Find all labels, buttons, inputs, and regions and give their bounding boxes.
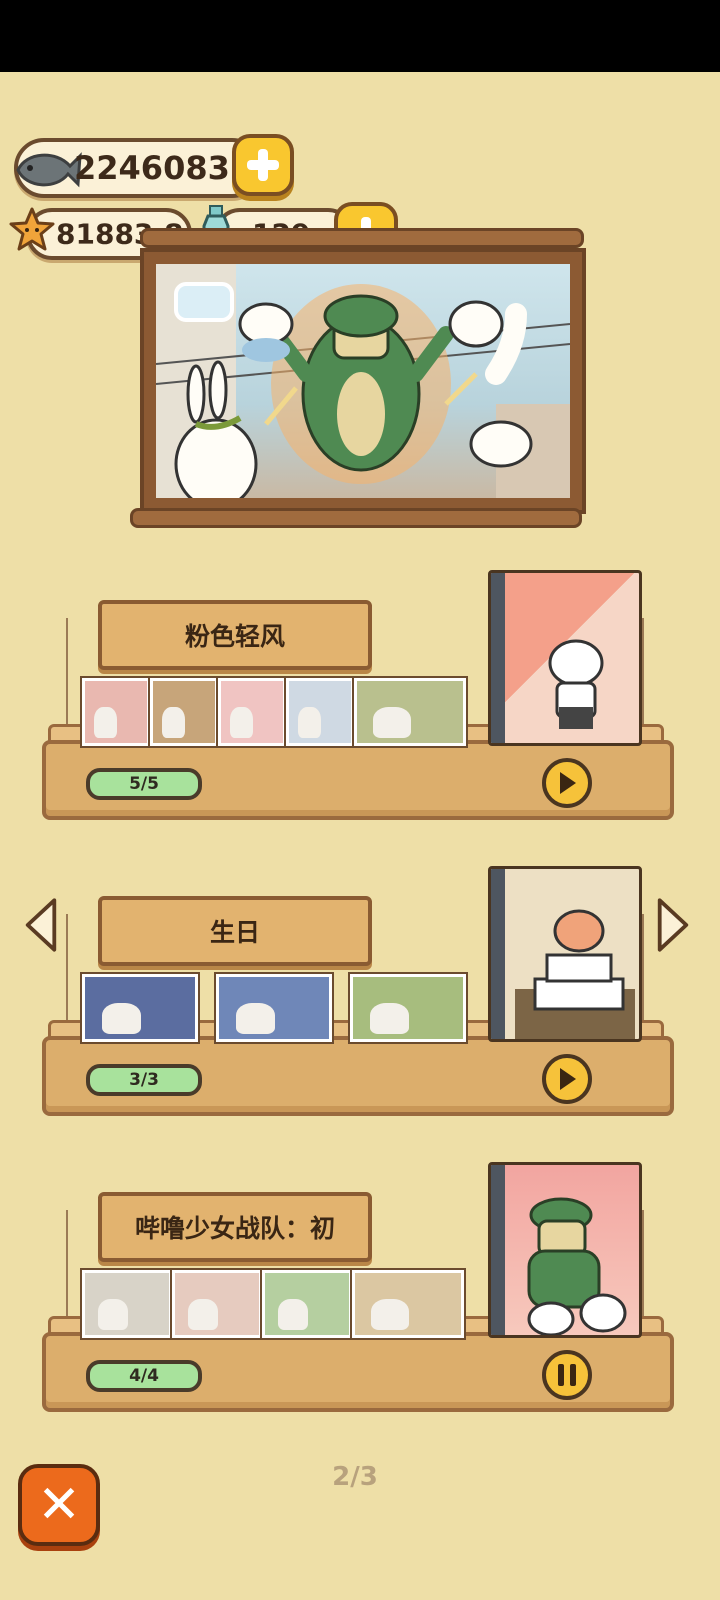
album-spine bbox=[491, 1165, 505, 1335]
tv-picture bbox=[140, 248, 586, 514]
album-cover[interactable] bbox=[488, 1162, 642, 1338]
play-icon bbox=[560, 1068, 576, 1090]
pause-button[interactable] bbox=[542, 1350, 592, 1400]
frog-cat-illustration bbox=[156, 264, 570, 498]
album-cover[interactable] bbox=[488, 866, 642, 1042]
album-shelf-2: 生日 3/3 bbox=[42, 866, 682, 1154]
album-thumbnail[interactable] bbox=[348, 972, 468, 1044]
album-thumbnail[interactable] bbox=[260, 1268, 354, 1340]
album-cover[interactable] bbox=[488, 570, 642, 746]
album-thumbnail[interactable] bbox=[170, 1268, 264, 1340]
pause-icon bbox=[558, 1364, 576, 1386]
close-button[interactable]: ✕ bbox=[18, 1464, 100, 1546]
fish-amount: 2246083 bbox=[74, 149, 230, 187]
album-progress: 5/5 bbox=[86, 768, 202, 800]
album-thumbnail[interactable] bbox=[284, 676, 356, 748]
album-progress: 4/4 bbox=[86, 1360, 202, 1392]
page-indicator: 2/3 bbox=[332, 1462, 378, 1492]
fish-icon bbox=[16, 152, 82, 188]
fish-currency: 2246083 bbox=[14, 138, 262, 198]
album-title: 生日 bbox=[98, 896, 372, 966]
play-icon bbox=[560, 772, 576, 794]
tv-screen bbox=[156, 264, 570, 498]
scroll-bottom-bar bbox=[130, 508, 582, 528]
album-thumbnail[interactable] bbox=[352, 676, 468, 748]
birthday-cake-art bbox=[515, 909, 635, 1039]
album-shelf-1: 粉色轻风 5/5 bbox=[42, 570, 682, 858]
add-fish-button[interactable] bbox=[232, 134, 294, 196]
play-button[interactable] bbox=[542, 1054, 592, 1104]
album-shelf-3: 哔噜少女战队：初 4/4 bbox=[42, 1162, 682, 1450]
star-icon bbox=[9, 207, 55, 251]
album-thumbnail[interactable] bbox=[148, 676, 220, 748]
next-page-arrow-icon[interactable] bbox=[654, 896, 692, 954]
frog-squad-cover-art bbox=[527, 1197, 627, 1335]
cat-cover-art bbox=[548, 639, 604, 729]
scroll-top-bar bbox=[140, 228, 584, 248]
album-progress: 3/3 bbox=[86, 1064, 202, 1096]
album-thumbnails bbox=[80, 972, 468, 1046]
album-thumbnail[interactable] bbox=[216, 676, 288, 748]
album-thumbnail[interactable] bbox=[80, 1268, 174, 1340]
album-title: 哔噜少女战队：初 bbox=[98, 1192, 372, 1262]
play-button[interactable] bbox=[542, 758, 592, 808]
album-thumbnail[interactable] bbox=[80, 972, 200, 1044]
album-thumbnails bbox=[80, 676, 468, 750]
album-thumbnail[interactable] bbox=[214, 972, 334, 1044]
album-thumbnails bbox=[80, 1268, 466, 1342]
album-title: 粉色轻风 bbox=[98, 600, 372, 670]
album-thumbnail[interactable] bbox=[350, 1268, 466, 1340]
previous-page-arrow-icon[interactable] bbox=[22, 896, 60, 954]
album-thumbnail[interactable] bbox=[80, 676, 152, 748]
album-spine bbox=[491, 869, 505, 1039]
status-bar bbox=[0, 0, 720, 72]
album-spine bbox=[491, 573, 505, 743]
